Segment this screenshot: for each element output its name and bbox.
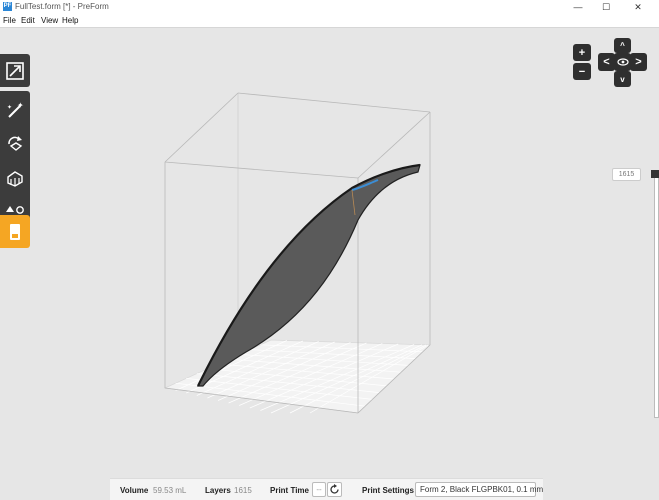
expand-icon: [6, 61, 24, 80]
print-time-value: --: [312, 482, 326, 497]
fit-view-tool[interactable]: [0, 54, 30, 87]
print-tool[interactable]: [0, 215, 30, 248]
svg-text:✦: ✦: [17, 101, 24, 110]
close-button[interactable]: ✕: [626, 0, 650, 14]
refresh-estimate-button[interactable]: [327, 482, 342, 497]
eye-icon: [616, 58, 629, 66]
layer-slider-track[interactable]: [654, 170, 659, 418]
view-eye-button[interactable]: [614, 53, 631, 71]
minimize-button[interactable]: —: [566, 0, 590, 14]
print-settings-selector[interactable]: Form 2, Black FLGPBK01, 0.1 mm: [415, 482, 543, 497]
menu-file[interactable]: File: [3, 16, 16, 25]
preform-app-icon: PF: [3, 2, 12, 11]
window-title: FullTest.form [*] - PreForm: [15, 2, 109, 11]
pan-up-button[interactable]: ^: [614, 38, 631, 53]
magic-wand-tool[interactable]: ✦ ✦: [0, 93, 30, 126]
menu-edit[interactable]: Edit: [21, 16, 35, 25]
refresh-icon: [330, 484, 339, 494]
layer-slider-handle[interactable]: [651, 170, 659, 178]
toolbar-fit-group: [0, 54, 30, 87]
magic-wand-icon: ✦ ✦: [7, 101, 24, 118]
volume-value: 59.53 mL: [153, 486, 187, 495]
menu-help[interactable]: Help: [62, 16, 78, 25]
layers-label: Layers: [205, 486, 231, 495]
rotate-object-icon: [8, 135, 23, 151]
pan-right-button[interactable]: >: [630, 53, 647, 71]
pan-down-button[interactable]: v: [614, 71, 631, 87]
layers-value: 1615: [234, 486, 252, 495]
zoom-out-button[interactable]: −: [573, 63, 591, 80]
scene: [163, 92, 431, 414]
svg-text:✦: ✦: [7, 104, 12, 111]
supports-tool[interactable]: [0, 162, 30, 195]
print-settings-label: Print Settings: [362, 486, 415, 495]
print-status-bar: Volume 59.53 mL Layers 1615 Print Time -…: [110, 478, 543, 500]
volume-label: Volume: [120, 486, 149, 495]
3d-viewport[interactable]: ✦ ✦ + − ^ < > v 1615 Volume 59.53 mL Lay…: [0, 28, 659, 500]
print-time-label: Print Time: [270, 486, 309, 495]
menu-bar: File Edit View Help: [0, 14, 659, 28]
title-bar: PF FullTest.form [*] - PreForm — ☐ ✕: [0, 0, 659, 14]
pan-left-button[interactable]: <: [598, 53, 615, 71]
printer-icon: [10, 223, 20, 240]
zoom-in-button[interactable]: +: [573, 44, 591, 61]
orientation-tool[interactable]: [0, 127, 30, 160]
supports-icon: [7, 170, 23, 187]
menu-view[interactable]: View: [41, 16, 58, 25]
layer-number-input[interactable]: 1615: [612, 168, 641, 181]
toolbar-print-group: [0, 215, 30, 248]
maximize-button[interactable]: ☐: [594, 0, 618, 14]
